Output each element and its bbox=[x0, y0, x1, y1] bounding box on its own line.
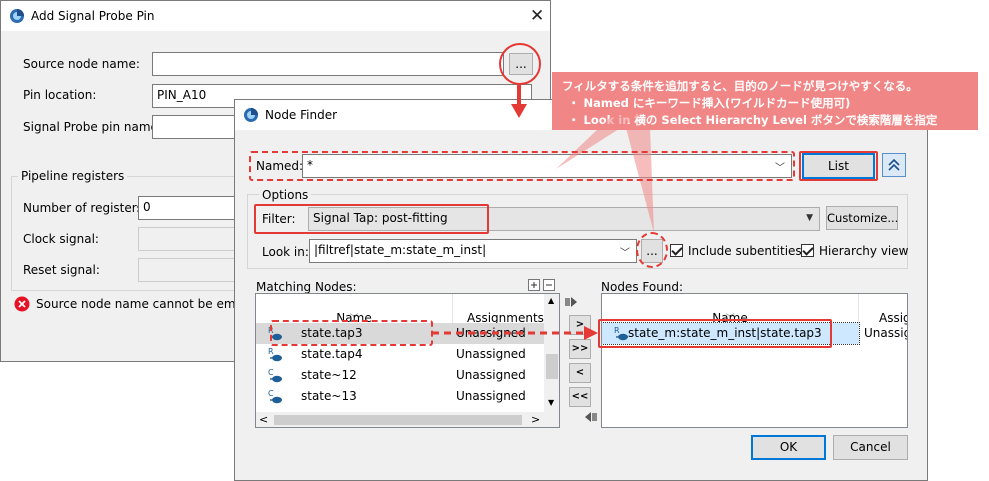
node-assignment: Unassigned bbox=[456, 326, 526, 340]
hscroll-thumb[interactable] bbox=[274, 415, 522, 425]
table-row[interactable]: Cstate~13 Unassigned bbox=[256, 386, 544, 407]
nodes-found-list[interactable]: ﹀ Name Assig Rstate_m:state_m_inst|state… bbox=[601, 293, 908, 428]
move-left-indicator-icon bbox=[585, 412, 597, 422]
dropdown-arrow-icon: ▼ bbox=[806, 213, 813, 223]
quartus-app-icon bbox=[244, 108, 258, 122]
lookin-select[interactable]: |filtref|state_m:state_m_inst| ﹀ bbox=[309, 239, 637, 263]
options-title: Options bbox=[259, 188, 312, 202]
hierarchy-view-checkbox[interactable] bbox=[801, 244, 814, 257]
combinational-node-icon: C bbox=[268, 368, 282, 383]
matching-row-highlight bbox=[270, 320, 433, 346]
found-row-highlight bbox=[598, 319, 832, 348]
close-icon[interactable]: ✕ bbox=[530, 8, 544, 25]
callout-line-2: ・ Named にキーワード挿入(ワイルドカード使用可) bbox=[568, 96, 851, 110]
error-icon bbox=[14, 296, 30, 312]
lookin-label: Look in: bbox=[262, 245, 309, 259]
lookin-value: |filtref|state_m:state_m_inst| bbox=[314, 243, 487, 257]
scroll-up-icon[interactable]: ▲ bbox=[548, 296, 554, 305]
clock-signal-label: Clock signal: bbox=[23, 232, 99, 246]
pin-location-label: Pin location: bbox=[23, 88, 97, 102]
remove-button[interactable]: < bbox=[569, 363, 591, 383]
list-highlight-box bbox=[799, 151, 878, 181]
matching-nodes-label: Matching Nodes: bbox=[256, 280, 357, 294]
clock-signal-input bbox=[138, 227, 238, 251]
scroll-right-icon[interactable]: > bbox=[531, 413, 540, 426]
matching-nodes-list[interactable]: ﹀ Name Assignments Rstate.tap3 Unassigned… bbox=[255, 293, 560, 428]
svg-text:R: R bbox=[268, 347, 274, 356]
reset-signal-label: Reset signal: bbox=[23, 263, 100, 277]
node-assignment: Unassig bbox=[864, 326, 908, 340]
node-assignment: Unassigned bbox=[456, 389, 526, 403]
found-col-assign[interactable]: Assig bbox=[859, 294, 908, 328]
double-chevron-up-icon bbox=[888, 158, 900, 171]
error-message: Source node name cannot be empty bbox=[36, 297, 255, 311]
browse-highlight-circle bbox=[499, 43, 541, 85]
hierarchy-view-label: Hierarchy view bbox=[819, 244, 909, 258]
node-assignment: Unassigned bbox=[456, 368, 526, 382]
collapse-options-button[interactable] bbox=[882, 153, 906, 177]
customize-button[interactable]: Customize... bbox=[826, 206, 898, 230]
add-label: > bbox=[575, 319, 585, 330]
source-node-label: Source node name: bbox=[23, 57, 140, 71]
remove-all-label: << bbox=[571, 391, 589, 402]
callout-line-1: フィルタする条件を追加すると、目的のノードが見つけやすくなる。 bbox=[562, 79, 918, 93]
named-highlight-box bbox=[249, 151, 795, 181]
node-assignment: Unassigned bbox=[456, 347, 526, 361]
down-arrow-head-icon bbox=[511, 104, 527, 118]
matching-hscrollbar[interactable]: < > bbox=[256, 412, 559, 427]
scroll-down-icon[interactable]: ▼ bbox=[548, 398, 554, 407]
add-all-label: >> bbox=[571, 343, 589, 354]
include-subentities-label: Include subentities bbox=[688, 244, 802, 258]
chevron-down-icon[interactable]: ﹀ bbox=[620, 244, 630, 259]
probe-pin-name-label: Signal Probe pin name: bbox=[23, 120, 162, 134]
probe-titlebar: Add Signal Probe Pin ✕ bbox=[1, 1, 550, 31]
finder-title: Node Finder bbox=[265, 108, 338, 122]
matching-vscrollbar[interactable]: ▲ ▼ bbox=[544, 294, 559, 412]
svg-text:C: C bbox=[268, 368, 274, 377]
pin-location-value: PIN_A10 bbox=[157, 88, 207, 102]
hierarchy-button-highlight bbox=[636, 232, 668, 268]
col-assign-label: Assig bbox=[879, 311, 908, 325]
node-name: state~12 bbox=[301, 368, 357, 382]
include-subentities-checkbox[interactable] bbox=[670, 244, 683, 257]
reset-signal-input bbox=[138, 258, 238, 282]
pipeline-registers-title: Pipeline registers bbox=[18, 169, 128, 183]
scroll-thumb[interactable] bbox=[546, 354, 558, 379]
tip-callout: フィルタする条件を追加すると、目的のノードが見つけやすくなる。 ・ Named … bbox=[552, 72, 978, 130]
probe-title: Add Signal Probe Pin bbox=[31, 9, 155, 23]
svg-text:C: C bbox=[268, 389, 274, 398]
add-button[interactable]: > bbox=[569, 315, 591, 335]
num-registers-input[interactable]: 0 bbox=[138, 196, 238, 220]
filter-highlight-box bbox=[254, 204, 489, 234]
expand-all-icon[interactable] bbox=[528, 279, 540, 291]
node-name: state.tap4 bbox=[301, 347, 363, 361]
table-row[interactable]: Rstate.tap4 Unassigned bbox=[256, 344, 544, 365]
move-right-indicator-icon bbox=[565, 297, 577, 307]
add-all-button[interactable]: >> bbox=[569, 339, 591, 359]
source-node-input[interactable] bbox=[152, 52, 504, 76]
remove-label: < bbox=[575, 367, 585, 378]
scroll-left-icon[interactable]: < bbox=[259, 413, 268, 426]
remove-all-button[interactable]: << bbox=[569, 387, 591, 407]
ok-button[interactable]: OK bbox=[751, 435, 826, 460]
callout-line-3: ・ Look in 横の Select Hierarchy Level ボタンで… bbox=[568, 113, 938, 127]
register-node-icon: R bbox=[268, 347, 282, 362]
table-row[interactable]: Cstate~12 Unassigned bbox=[256, 365, 544, 386]
nodes-found-label: Nodes Found: bbox=[601, 280, 684, 294]
cancel-button[interactable]: Cancel bbox=[833, 435, 908, 460]
combinational-node-icon: C bbox=[268, 389, 282, 404]
node-name: state~13 bbox=[301, 389, 357, 403]
collapse-all-icon[interactable] bbox=[543, 279, 555, 291]
num-registers-label: Number of registers: bbox=[23, 201, 147, 215]
quartus-app-icon bbox=[10, 9, 24, 23]
